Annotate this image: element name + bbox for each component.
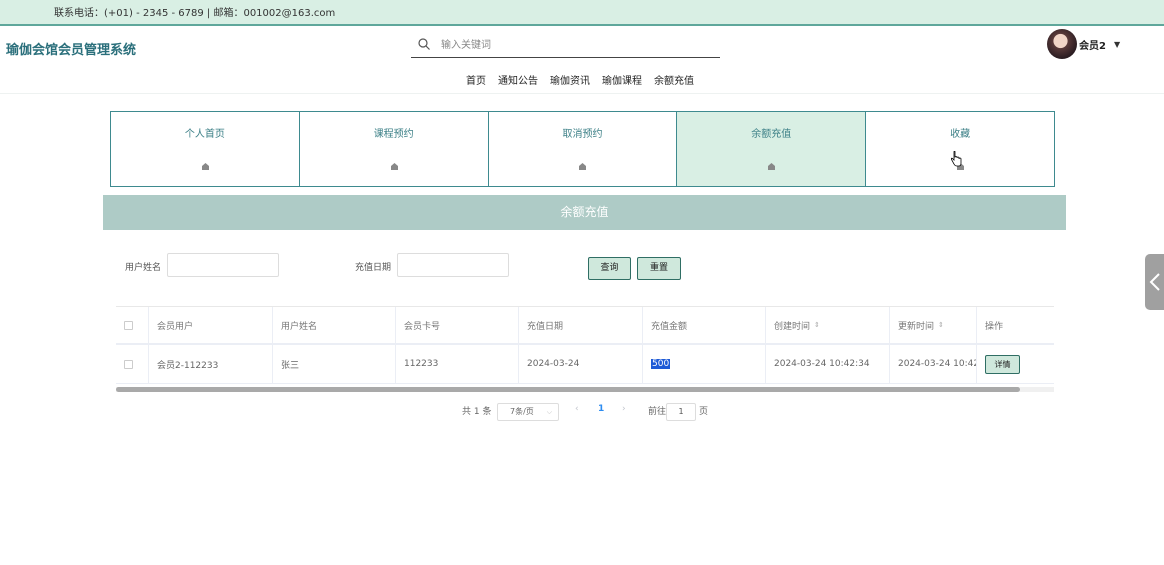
pagination-total: 共 1 条 [462,407,492,417]
row-checkbox[interactable] [124,359,133,369]
selected-amount-text: 500 [651,359,671,369]
caret-down-icon[interactable]: ▼ [1114,40,1120,49]
next-page-icon[interactable]: › [622,404,626,414]
search-box [411,34,720,58]
card-icon [201,163,209,170]
card-label: 取消预约 [562,129,603,140]
side-collapse-tab[interactable] [1145,254,1164,310]
search-icon[interactable] [417,37,431,51]
card-icon [390,163,398,170]
cell-updated-at: 2024-03-24 10:42:34 [890,345,977,383]
card-personal-home[interactable]: 个人首页 [110,111,300,187]
card-label: 余额充值 [751,129,792,140]
col-recharge-date: 充值日期 [519,307,643,343]
col-action: 操作 [985,321,1004,332]
card-recharge[interactable]: 余额充值 [676,111,867,187]
search-button[interactable]: 查询 [588,257,631,280]
page-suffix: 页 [699,407,709,417]
avatar[interactable] [1047,29,1077,59]
username-input[interactable] [167,253,279,277]
cell-member-user: 会员2-112233 [149,345,273,383]
table-header: 会员用户 用户姓名 会员卡号 充值日期 充值金额 创建时间 ⇕ 更新时间 ⇕ 操作 [116,307,1054,345]
cell-user-name: 张三 [273,345,396,383]
col-card-no: 会员卡号 [396,307,519,343]
reset-button[interactable]: 重置 [637,257,681,280]
sort-icon[interactable]: ⇕ [814,321,820,329]
user-menu[interactable]: 会员2 ▼ [1047,29,1120,59]
goto-label: 前往 [648,407,667,417]
date-label: 充值日期 [355,263,392,273]
sort-icon[interactable]: ⇕ [938,321,944,329]
table-row: 会员2-112233 张三 112233 2024-03-24 500 2024… [116,345,1054,384]
col-updated-label: 更新时间 [898,321,935,332]
user-name[interactable]: 会员2 [1079,37,1106,52]
detail-button[interactable]: 详情 [985,354,1020,374]
scrollbar-thumb[interactable] [116,387,1020,392]
card-label: 个人首页 [184,129,225,140]
table-horizontal-scrollbar[interactable] [116,387,1054,392]
cell-action: 详情 [977,345,1054,383]
col-created-at[interactable]: 创建时间 ⇕ [766,307,890,343]
hand-cursor-icon [950,151,962,167]
nav-item-notice[interactable]: 通知公告 [498,72,538,87]
col-member-user: 会员用户 [149,307,273,343]
recharge-table: 会员用户 用户姓名 会员卡号 充值日期 充值金额 创建时间 ⇕ 更新时间 ⇕ 操作 … [116,306,1054,384]
card-label: 收藏 [950,129,971,140]
card-icon [579,163,587,170]
prev-page-icon[interactable]: ‹ [575,404,579,414]
card-cancel-booking[interactable]: 取消预约 [487,111,678,187]
page-size-value: 7条/页 [510,407,534,416]
nav-item-courses[interactable]: 瑜伽课程 [602,72,642,87]
username-label: 用户姓名 [125,263,162,273]
col-amount: 充值金额 [643,307,766,343]
cell-created-at: 2024-03-24 10:42:34 [766,345,890,383]
cell-recharge-date: 2024-03-24 [519,345,643,383]
card-icon [768,163,776,170]
section-title: 余额充值 [103,195,1066,230]
card-favorites[interactable]: 收藏 [865,111,1055,187]
nav-item-home[interactable]: 首页 [466,72,486,87]
goto-page-input[interactable]: 1 [666,403,696,421]
card-course-booking[interactable]: 课程预约 [298,111,489,187]
col-user-name: 用户姓名 [273,307,396,343]
date-input[interactable] [397,253,509,277]
col-updated-at[interactable]: 更新时间 ⇕ [890,307,977,343]
nav-item-news[interactable]: 瑜伽资讯 [550,72,590,87]
cell-amount: 500 [643,345,766,383]
col-created-label: 创建时间 [774,321,811,332]
contact-info: 联系电话：(+01) - 2345 - 6789 | 邮箱：001002@163… [54,8,336,19]
row-select-cell [116,345,149,383]
search-input[interactable] [441,36,711,54]
function-cards: 个人首页 课程预约 取消预约 余额充值 收藏 [110,111,1055,187]
chevron-left-icon [1149,273,1160,291]
header: 瑜伽会馆会员管理系统 首页 通知公告 瑜伽资讯 瑜伽课程 余额充值 会员2 ▼ [0,26,1164,94]
chevron-down-icon: ⌵ [546,408,552,416]
select-all-cell [116,307,149,343]
select-all-checkbox[interactable] [124,320,133,330]
main-nav: 首页 通知公告 瑜伽资讯 瑜伽课程 余额充值 [466,72,694,87]
cell-card-no: 112233 [396,345,519,383]
card-label: 课程预约 [373,129,414,140]
pagination-current-page[interactable]: 1 [598,404,604,414]
top-contact-bar: 联系电话：(+01) - 2345 - 6789 | 邮箱：001002@163… [0,0,1164,26]
site-brand[interactable]: 瑜伽会馆会员管理系统 [6,39,136,58]
nav-item-recharge[interactable]: 余额充值 [654,72,694,87]
page-size-select[interactable]: 7条/页 ⌵ [497,403,559,421]
